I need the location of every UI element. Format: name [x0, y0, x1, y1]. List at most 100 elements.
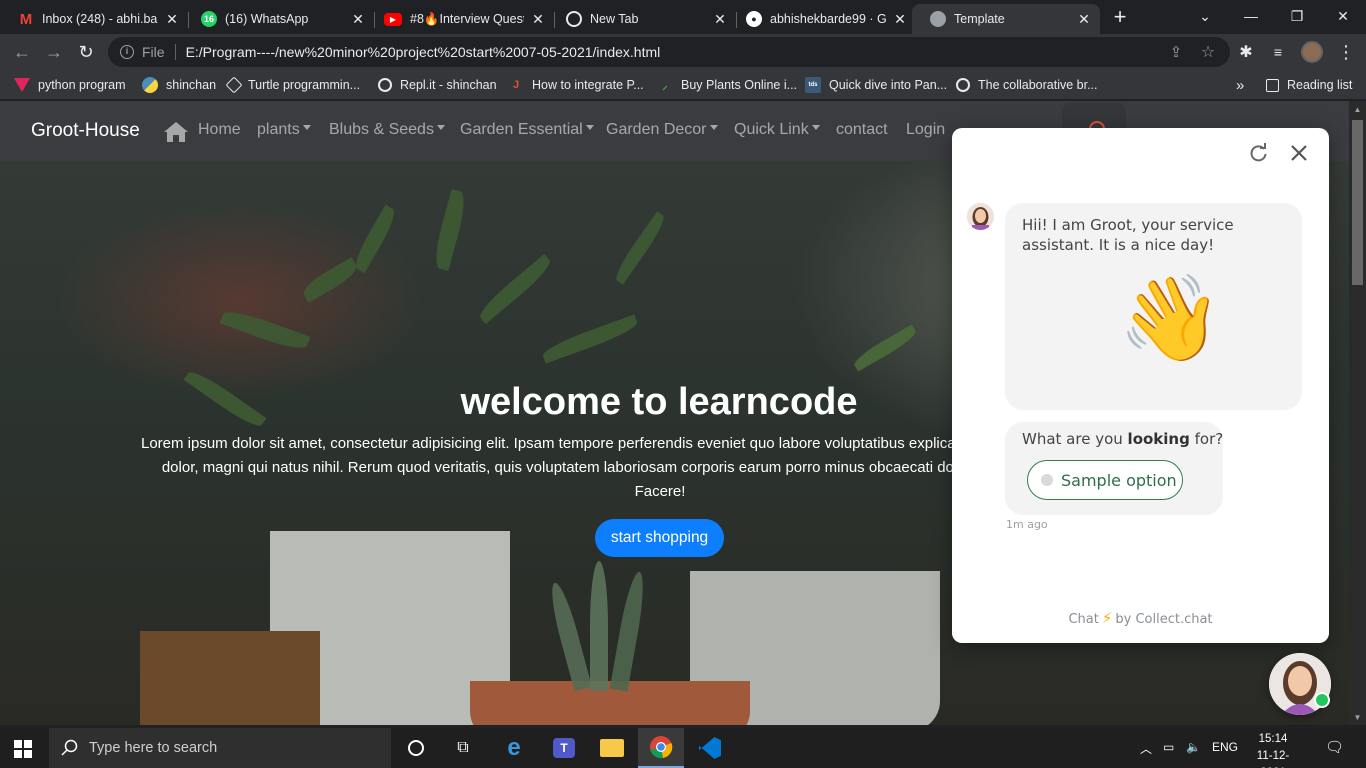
menu-kebab-icon[interactable]: ⋮ — [1334, 40, 1358, 64]
restore-button[interactable]: ❐ — [1274, 0, 1320, 32]
waving-hand-icon: 👋 — [1118, 269, 1223, 367]
online-status-indicator — [1314, 692, 1330, 708]
reading-list-button[interactable]: Reading list — [1266, 76, 1352, 94]
nav-bulbs-seeds[interactable]: Blubs & Seeds — [329, 121, 445, 139]
reading-list-label: Reading list — [1287, 78, 1353, 92]
close-icon[interactable]: ✕ — [1076, 11, 1092, 28]
new-tab-button[interactable]: + — [1108, 6, 1132, 30]
chrome-icon[interactable] — [638, 728, 684, 768]
nav-contact[interactable]: contact — [836, 121, 888, 139]
file-explorer-icon[interactable] — [589, 728, 635, 768]
bookmark-label: shinchan — [166, 78, 217, 92]
reload-button[interactable]: ↻ — [74, 40, 98, 64]
bookmark-label: How to integrate P... — [532, 78, 644, 92]
scroll-down-arrow[interactable]: ▼ — [1352, 712, 1363, 723]
github-icon — [956, 78, 970, 92]
tab-search-button[interactable]: ⌄ — [1182, 0, 1228, 32]
tab-whatsapp[interactable]: 16 (16) WhatsApp ✕ — [183, 4, 374, 34]
bookmarks-overflow-button[interactable]: » — [1236, 76, 1244, 94]
close-icon[interactable]: ✕ — [712, 11, 728, 28]
show-hidden-icons[interactable]: ︿ — [1140, 740, 1152, 757]
j-icon: J — [512, 79, 520, 91]
bookmark-item[interactable]: ⸝ Buy Plants Online i... — [657, 76, 797, 94]
info-icon[interactable]: i — [120, 45, 134, 59]
search-placeholder: Type here to search — [89, 740, 218, 756]
back-button[interactable]: ← — [10, 40, 34, 64]
share-icon[interactable]: ⇪ — [1164, 40, 1188, 64]
chevron-down-icon — [709, 125, 718, 130]
extensions-icon[interactable]: ✱ — [1234, 40, 1258, 64]
nav-quick-link[interactable]: Quick Link — [734, 121, 820, 139]
chrome-icon — [566, 11, 582, 27]
tab-new-tab[interactable]: New Tab ✕ — [548, 4, 736, 34]
replit-icon — [378, 78, 392, 92]
taskbar-search-input[interactable]: Type here to search — [49, 728, 391, 768]
teams-icon[interactable]: T — [541, 728, 587, 768]
scheme-label: File — [142, 44, 165, 60]
scroll-up-arrow[interactable]: ▲ — [1352, 104, 1363, 115]
tab-template[interactable]: Template ✕ — [912, 4, 1100, 34]
media-control-icon[interactable]: ≡ — [1266, 40, 1290, 64]
close-icon[interactable]: ✕ — [530, 11, 546, 28]
edge-icon[interactable]: e — [491, 728, 537, 768]
forward-button[interactable]: → — [42, 40, 66, 64]
vscode-icon[interactable] — [687, 728, 733, 768]
notifications-icon[interactable]: 🗨 — [1325, 738, 1344, 756]
close-icon[interactable]: ✕ — [164, 11, 180, 28]
task-view-icon[interactable]: ⧉ — [440, 728, 486, 768]
python-icon — [14, 78, 30, 92]
language-indicator[interactable]: ENG — [1212, 740, 1238, 754]
bot-greeting-message: Hii! I am Groot, your service assistant.… — [1005, 203, 1302, 410]
bookmarks-bar: python program shinchan Turtle programmi… — [0, 70, 1366, 100]
tab-title: Inbox (248) - abhi.bard — [42, 12, 158, 26]
nav-garden-essential[interactable]: Garden Essential — [460, 121, 594, 139]
radio-dot-icon — [1041, 474, 1053, 486]
start-shopping-button[interactable]: start shopping — [595, 519, 724, 557]
gmail-icon: M — [19, 10, 33, 28]
profile-avatar[interactable] — [1300, 40, 1324, 64]
windows-start-icon[interactable] — [14, 740, 32, 758]
system-clock[interactable]: 15:14 11-12-2021 — [1245, 731, 1301, 768]
tab-gmail[interactable]: M Inbox (248) - abhi.bard ✕ — [0, 4, 188, 34]
url-text[interactable]: E:/Program----/new%20minor%20project%20s… — [186, 44, 661, 60]
bookmark-item[interactable]: tds Quick dive into Pan... — [805, 76, 947, 94]
bookmark-item[interactable]: python program — [14, 76, 126, 94]
nav-login[interactable]: Login — [906, 121, 945, 139]
tab-youtube[interactable]: ▶ #8🔥Interview Questio ✕ — [366, 4, 554, 34]
close-icon[interactable] — [1289, 143, 1309, 163]
bookmark-item[interactable]: Turtle programmin... — [225, 76, 360, 94]
sample-option-button[interactable]: Sample option — [1027, 460, 1183, 500]
site-brand[interactable]: Groot-House — [31, 120, 140, 142]
nav-garden-decor[interactable]: Garden Decor — [606, 121, 718, 139]
github-icon: ● — [746, 11, 762, 27]
leaf-icon: ⸝ — [662, 79, 668, 92]
bot-avatar — [967, 203, 994, 230]
chevron-down-icon — [302, 125, 311, 130]
close-icon[interactable]: ✕ — [350, 11, 366, 28]
youtube-icon: ▶ — [384, 12, 402, 26]
window-close-button[interactable]: ✕ — [1320, 0, 1366, 32]
nav-plants[interactable]: plants — [257, 121, 311, 139]
nav-home[interactable]: Home — [198, 121, 241, 139]
lightning-icon: ⚡ — [1101, 609, 1113, 627]
volume-icon[interactable]: 🔈 — [1186, 740, 1201, 754]
chevron-down-icon — [585, 125, 594, 130]
battery-icon[interactable]: ▭ — [1163, 740, 1174, 754]
address-bar[interactable]: i File E:/Program----/new%20minor%20proj… — [108, 37, 1230, 67]
search-icon — [61, 739, 78, 756]
bookmark-star-icon[interactable]: ☆ — [1196, 40, 1220, 64]
home-icon[interactable] — [162, 120, 190, 144]
cortana-icon[interactable] — [393, 728, 439, 768]
powered-by-footer[interactable]: Chat ⚡ by Collect.chat — [952, 609, 1329, 627]
bookmark-item[interactable]: J How to integrate P... — [508, 76, 644, 94]
refresh-icon[interactable] — [1249, 143, 1269, 163]
tab-github[interactable]: ● abhishekbarde99 · Git ✕ — [728, 4, 916, 34]
close-icon[interactable]: ✕ — [892, 11, 908, 28]
bookmark-label: Repl.it - shinchan — [400, 78, 497, 92]
option-label: Sample option — [1061, 470, 1177, 490]
scrollbar-thumb[interactable] — [1352, 120, 1363, 285]
bookmark-item[interactable]: shinchan — [142, 76, 216, 94]
minimize-button[interactable]: — — [1228, 0, 1274, 32]
bookmark-item[interactable]: The collaborative br... — [956, 76, 1098, 94]
bookmark-item[interactable]: Repl.it - shinchan — [378, 76, 497, 94]
